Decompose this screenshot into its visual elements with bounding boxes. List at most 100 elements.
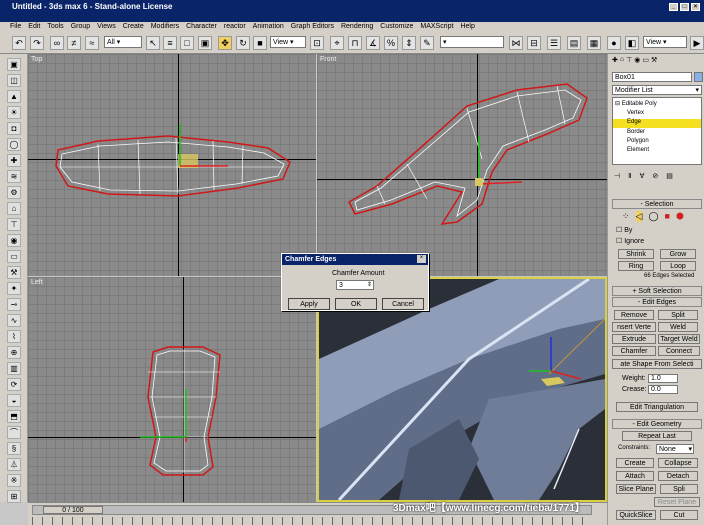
create-tab-icon[interactable]: ✚	[612, 56, 618, 68]
cone-icon[interactable]: ▲	[7, 90, 21, 103]
remove-modifier-icon[interactable]: ⊘	[652, 172, 658, 180]
mirror-icon[interactable]: ⋈	[509, 36, 523, 50]
menu-help[interactable]: Help	[460, 22, 474, 32]
object-name-field[interactable]: Box01	[612, 72, 692, 82]
stack-root-editable-poly[interactable]: ⊟ Editable Poly	[615, 100, 657, 107]
edit-geometry-rollout[interactable]: - Edit Geometry	[612, 419, 702, 429]
chamfer-button[interactable]: Chamfer	[612, 346, 656, 356]
select-by-name-icon[interactable]: ≡	[163, 36, 177, 50]
repeat-last-button[interactable]: Repeat Last	[622, 431, 692, 441]
pin-stack-icon[interactable]: ⊣	[614, 172, 620, 180]
viewport-front[interactable]: Front	[317, 54, 607, 276]
slice-plane-button[interactable]: Slice Plane	[616, 484, 656, 494]
constraints-dropdown[interactable]: None ▾	[656, 444, 694, 454]
cylinder-icon[interactable]: ◫	[7, 74, 21, 87]
stack-item-edge[interactable]: Edge	[613, 119, 701, 128]
light-icon[interactable]: ☀	[7, 106, 21, 119]
modifier-icon[interactable]: ⌂	[7, 202, 21, 215]
show-end-result-icon[interactable]: Ⅱ	[628, 172, 631, 180]
viewport-left[interactable]: Left	[28, 277, 316, 502]
insert-vertex-button[interactable]: nsert Verte	[612, 322, 656, 332]
link-icon[interactable]: ∞	[50, 36, 64, 50]
motion-tab-icon[interactable]: ◉	[634, 56, 640, 68]
box-icon[interactable]: ▣	[7, 58, 21, 71]
menu-graph-editors[interactable]: Graph Editors	[291, 22, 334, 32]
cut-button[interactable]: Cut	[660, 510, 698, 520]
display-icon[interactable]: ▭	[7, 250, 21, 263]
hierarchy-icon[interactable]: ⊤	[7, 218, 21, 231]
viewport-top[interactable]: Top	[28, 54, 316, 276]
cancel-button[interactable]: Cancel	[382, 298, 424, 310]
stack-item-border[interactable]: Border	[627, 129, 645, 135]
object-color-swatch[interactable]	[694, 72, 703, 82]
menu-modifiers[interactable]: Modifiers	[151, 22, 179, 32]
modify-tab-icon[interactable]: ⌂	[620, 56, 624, 68]
utilities-tab-icon[interactable]: ⚒	[651, 56, 657, 68]
ignore-backfacing-checkbox[interactable]: ☐ Ignore	[616, 237, 644, 245]
connect-button[interactable]: Connect	[658, 346, 700, 356]
shrink-button[interactable]: Shrink	[618, 249, 654, 259]
detach-button[interactable]: Detach	[658, 471, 698, 481]
selection-filter-dropdown[interactable]: All ▾	[104, 36, 142, 48]
stack-item-vertex[interactable]: Vertex	[627, 110, 644, 116]
rect-selection-icon[interactable]: □	[180, 36, 194, 50]
make-unique-icon[interactable]: ∀	[640, 172, 645, 180]
extrude-icon[interactable]: ⬒	[7, 410, 21, 423]
menu-reactor[interactable]: reactor	[224, 22, 246, 32]
timeline-ruler[interactable]	[32, 517, 592, 525]
move-icon[interactable]: ✥	[218, 36, 232, 50]
attach-button[interactable]: Attach	[616, 471, 654, 481]
window-crossing-icon[interactable]: ▣	[198, 36, 212, 50]
schematic-view-icon[interactable]: ▦	[587, 36, 601, 50]
menu-character[interactable]: Character	[186, 22, 217, 32]
soft-selection-rollout[interactable]: + Soft Selection	[612, 286, 702, 296]
apply-button[interactable]: Apply	[288, 298, 330, 310]
crease-spinner[interactable]: 0.0	[648, 385, 678, 394]
slice-split-checkbox[interactable]: Spli	[660, 484, 698, 494]
material-editor-icon[interactable]: ●	[607, 36, 621, 50]
dynamics-icon[interactable]: ⟳	[7, 378, 21, 391]
curve-editor-icon[interactable]: ▤	[567, 36, 581, 50]
nurbs-icon[interactable]: ⌇	[7, 330, 21, 343]
redo-icon[interactable]: ↷	[30, 36, 44, 50]
bone-icon[interactable]: ⊸	[7, 298, 21, 311]
stack-item-element[interactable]: Element	[627, 147, 649, 153]
display-tab-icon[interactable]: ▭	[642, 56, 649, 68]
undo-icon[interactable]: ↶	[12, 36, 26, 50]
configure-sets-icon[interactable]: ▤	[666, 172, 673, 180]
remove-button[interactable]: Remove	[614, 310, 654, 320]
helper-icon[interactable]: ✚	[7, 154, 21, 167]
menu-views[interactable]: Views	[97, 22, 116, 32]
align-icon[interactable]: ⊟	[527, 36, 541, 50]
shape-icon[interactable]: ◯	[7, 138, 21, 151]
lathe-icon[interactable]: ◒	[7, 394, 21, 407]
systems-icon[interactable]: ⚙	[7, 186, 21, 199]
utilities-icon[interactable]: ⚒	[7, 266, 21, 279]
patch-icon[interactable]: ▥	[7, 362, 21, 375]
vertex-level-icon[interactable]: ⁘	[622, 211, 630, 222]
twist-icon[interactable]: §	[7, 442, 21, 455]
spacewarp-icon[interactable]: ≋	[7, 170, 21, 183]
collapse-button[interactable]: Collapse	[658, 458, 698, 468]
border-level-icon[interactable]: ◯	[648, 211, 658, 222]
menu-group[interactable]: Group	[71, 22, 90, 32]
dialog-close-button[interactable]: ×	[417, 255, 426, 263]
camera-icon[interactable]: ◘	[7, 122, 21, 135]
time-slider-thumb[interactable]: 0 / 100	[43, 506, 103, 514]
hierarchy-tab-icon[interactable]: ⊤	[626, 56, 632, 68]
create-shape-button[interactable]: ate Shape From Selecti	[612, 359, 702, 369]
rotate-icon[interactable]: ↻	[236, 36, 250, 50]
element-level-icon[interactable]: ⬢	[676, 211, 684, 222]
stack-item-polygon[interactable]: Polygon	[627, 138, 649, 144]
minimize-button[interactable]: _	[669, 3, 678, 11]
create-button[interactable]: Create	[616, 458, 654, 468]
menu-file[interactable]: File	[10, 22, 21, 32]
quick-render-icon[interactable]: ▶	[690, 36, 704, 50]
menu-animation[interactable]: Animation	[253, 22, 284, 32]
edit-triangulation-button[interactable]: Edit Triangulation	[616, 402, 698, 412]
select-object-icon[interactable]: ↖	[146, 36, 160, 50]
layer-manager-icon[interactable]: ☰	[547, 36, 561, 50]
menu-create[interactable]: Create	[123, 22, 144, 32]
target-weld-button[interactable]: Target Weld	[658, 334, 700, 344]
menu-customize[interactable]: Customize	[380, 22, 413, 32]
